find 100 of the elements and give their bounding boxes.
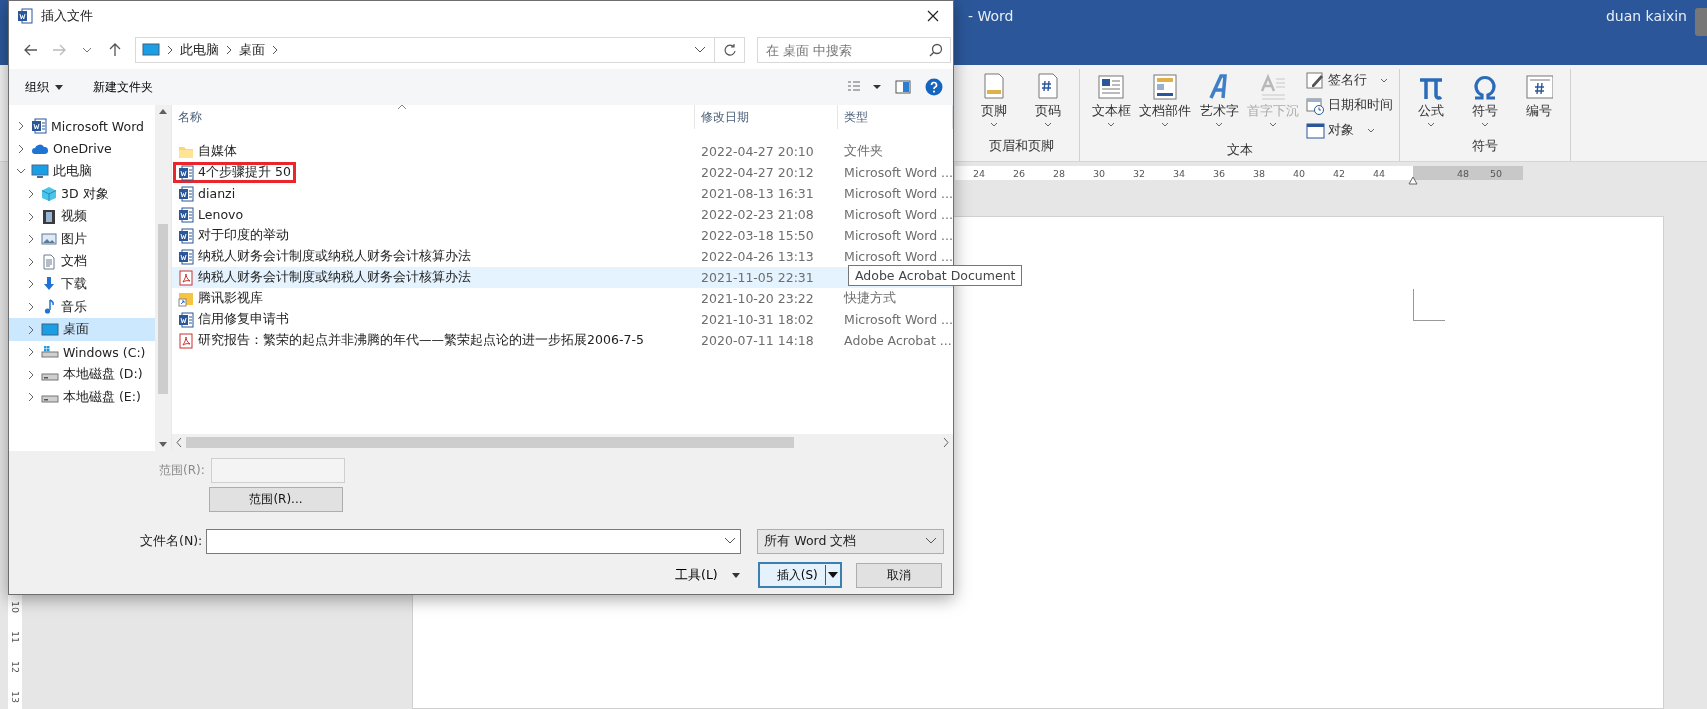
ruler-number: 11 xyxy=(9,630,22,644)
help-icon[interactable] xyxy=(925,78,943,96)
sidebar-item[interactable]: Windows (C:) xyxy=(9,340,156,364)
column-header[interactable]: 名称 xyxy=(172,105,696,129)
sidebar-item[interactable]: 下载 xyxy=(9,273,156,296)
indent-marker-icon[interactable] xyxy=(1408,175,1418,185)
text-box-icon xyxy=(1097,73,1125,101)
sidebar-item[interactable]: 图片 xyxy=(9,227,156,251)
sidebar-item[interactable]: 3D 对象 xyxy=(9,182,156,206)
ruler-number: 50 xyxy=(1490,167,1504,179)
file-row[interactable]: Lenovo 2022-02-23 21:08 Microsoft Word ... xyxy=(172,204,953,225)
file-date: 2022-02-23 21:08 xyxy=(701,207,814,222)
breadcrumb-item[interactable]: 桌面 xyxy=(239,41,265,59)
sidebar-item[interactable]: 视频 xyxy=(9,205,156,228)
file-type: Microsoft Word ... xyxy=(844,249,953,264)
file-row[interactable]: 腾讯影视库 2021-10-20 23:22 快捷方式 xyxy=(172,288,953,309)
ribbon-button[interactable]: 符号 xyxy=(1460,69,1510,138)
toolbar-button[interactable]: 新建文件夹 xyxy=(93,78,153,96)
ribbon-button[interactable]: 公式 xyxy=(1406,69,1456,138)
tools-button[interactable]: 工具(L) xyxy=(669,566,746,584)
file-name: 4个步骤提升 50 xyxy=(173,162,296,183)
breadcrumb-item[interactable]: 此电脑 xyxy=(180,41,219,59)
margin-mark xyxy=(1413,289,1445,321)
ribbon-button[interactable]: 页脚 xyxy=(969,69,1019,138)
view-options-icon[interactable] xyxy=(847,80,881,94)
scrollbar-thumb[interactable] xyxy=(158,224,169,394)
sidebar-item[interactable]: 桌面 xyxy=(9,318,156,341)
sidebar-item[interactable]: 本地磁盘 (E:) xyxy=(9,386,156,409)
ribbon-button[interactable]: 文档部件 xyxy=(1140,69,1190,142)
sidebar-item[interactable]: 音乐 xyxy=(9,295,156,319)
ribbon-button[interactable]: 编号 xyxy=(1514,69,1564,138)
drive-icon xyxy=(41,345,59,360)
pdf-icon xyxy=(178,332,195,349)
caret-icon xyxy=(1044,122,1052,128)
ruler-number: 10 xyxy=(9,600,22,614)
file-name: 纳税人财务会计制度或纳税人财务会计核算办法 xyxy=(173,246,477,267)
range-button[interactable]: 范围(R)... xyxy=(209,487,343,512)
ruler-number: 36 xyxy=(1213,167,1227,179)
ribbon-button[interactable]: 艺术字 xyxy=(1194,69,1244,142)
scrollbar[interactable] xyxy=(172,434,953,451)
ribbon-button[interactable]: 日期和时间 xyxy=(1306,94,1393,117)
file-name-field[interactable] xyxy=(206,528,742,554)
file-date: 2021-08-13 16:31 xyxy=(701,186,814,201)
scrollbar-thumb[interactable] xyxy=(186,437,795,448)
scrollbar[interactable] xyxy=(155,105,172,451)
cancel-button[interactable]: 取消 xyxy=(855,562,942,588)
file-name: 研究报告：繁荣的起点并非沸腾的年代——繁荣起点论的进一步拓展2006-7-5 xyxy=(173,330,649,351)
file-name: 对于印度的举动 xyxy=(173,225,295,246)
group-label: 符号 xyxy=(1472,138,1498,155)
file-date: 2022-04-26 13:13 xyxy=(701,249,814,264)
file-date: 2021-10-31 18:02 xyxy=(701,312,814,327)
caret-icon xyxy=(82,47,92,53)
file-type: 文件夹 xyxy=(844,143,884,160)
sidebar-item[interactable]: OneDrive xyxy=(9,137,156,161)
file-row[interactable]: 纳税人财务会计制度或纳税人财务会计核算办法 2022-04-26 13:13 Microsoft Word ... xyxy=(172,246,953,267)
file-row[interactable]: 信用修复申请书 2021-10-31 18:02 Microsoft Word ... xyxy=(172,309,953,330)
ruler-number: 30 xyxy=(1093,167,1107,179)
chevron-icon xyxy=(225,45,233,55)
toolbar-button[interactable]: 组织 xyxy=(25,78,63,96)
scroll-left-icon xyxy=(176,438,183,447)
range-field[interactable] xyxy=(210,457,345,483)
word-document-icon xyxy=(178,248,195,265)
preview-pane-icon[interactable] xyxy=(895,80,911,94)
ribbon-button[interactable]: 文本框 xyxy=(1086,69,1136,142)
sidebar-item[interactable]: 此电脑 xyxy=(9,160,156,183)
caret-icon xyxy=(990,122,998,128)
file-row[interactable]: 4个步骤提升 50 2022-04-27 20:12 Microsoft Word ... xyxy=(172,162,953,183)
tooltip: Adobe Acrobat Document xyxy=(848,265,1023,286)
file-row[interactable]: 对于印度的举动 2022-03-18 15:50 Microsoft Word ... xyxy=(172,225,953,246)
file-type: Microsoft Word ... xyxy=(844,207,953,222)
object-window-icon xyxy=(1306,121,1325,140)
address-bar[interactable]: 此电脑 桌面 xyxy=(135,37,715,63)
ribbon-button[interactable]: 对象 xyxy=(1306,119,1393,142)
ruler-number: 42 xyxy=(1333,167,1347,179)
back-arrow-icon xyxy=(23,43,39,57)
word-app-icon xyxy=(17,8,33,24)
ruler-number: 48 xyxy=(1457,167,1471,179)
search-field[interactable]: 在 桌面 中搜索 xyxy=(757,37,951,63)
file-row[interactable]: 自媒体 2022-04-27 20:10 文件夹 xyxy=(172,141,953,162)
file-row[interactable]: 研究报告：繁荣的起点并非沸腾的年代——繁荣起点论的进一步拓展2006-7-5 2020-07-11 14:18 Adobe Acrobat ... xyxy=(172,330,953,351)
refresh-button[interactable] xyxy=(715,37,745,63)
file-type-dropdown[interactable]: 所有 Word 文档 xyxy=(757,528,945,554)
sidebar-item[interactable]: 本地磁盘 (D:) xyxy=(9,363,156,387)
caret-icon xyxy=(1367,127,1375,134)
ribbon-button[interactable]: 签名行 xyxy=(1306,69,1393,92)
ruler-number: 24 xyxy=(973,167,987,179)
column-header[interactable]: 修改日期 xyxy=(695,105,839,129)
insert-button[interactable]: 插入(S) xyxy=(757,562,842,588)
film-icon xyxy=(41,208,57,225)
number-sign-icon xyxy=(1525,73,1553,101)
ruler-number: 13 xyxy=(9,690,22,704)
dropdown-icon[interactable] xyxy=(694,46,706,54)
sidebar-item[interactable]: Microsoft Word xyxy=(9,115,156,138)
sidebar-item[interactable]: 文档 xyxy=(9,250,156,274)
signature-pen-icon xyxy=(1306,71,1325,90)
column-header[interactable]: 类型 xyxy=(838,105,953,129)
drop-cap-icon xyxy=(1259,73,1287,101)
caret-icon xyxy=(1380,77,1388,84)
file-row[interactable]: dianzi 2021-08-13 16:31 Microsoft Word ... xyxy=(172,183,953,204)
ribbon-button[interactable]: 页码 xyxy=(1023,69,1073,138)
